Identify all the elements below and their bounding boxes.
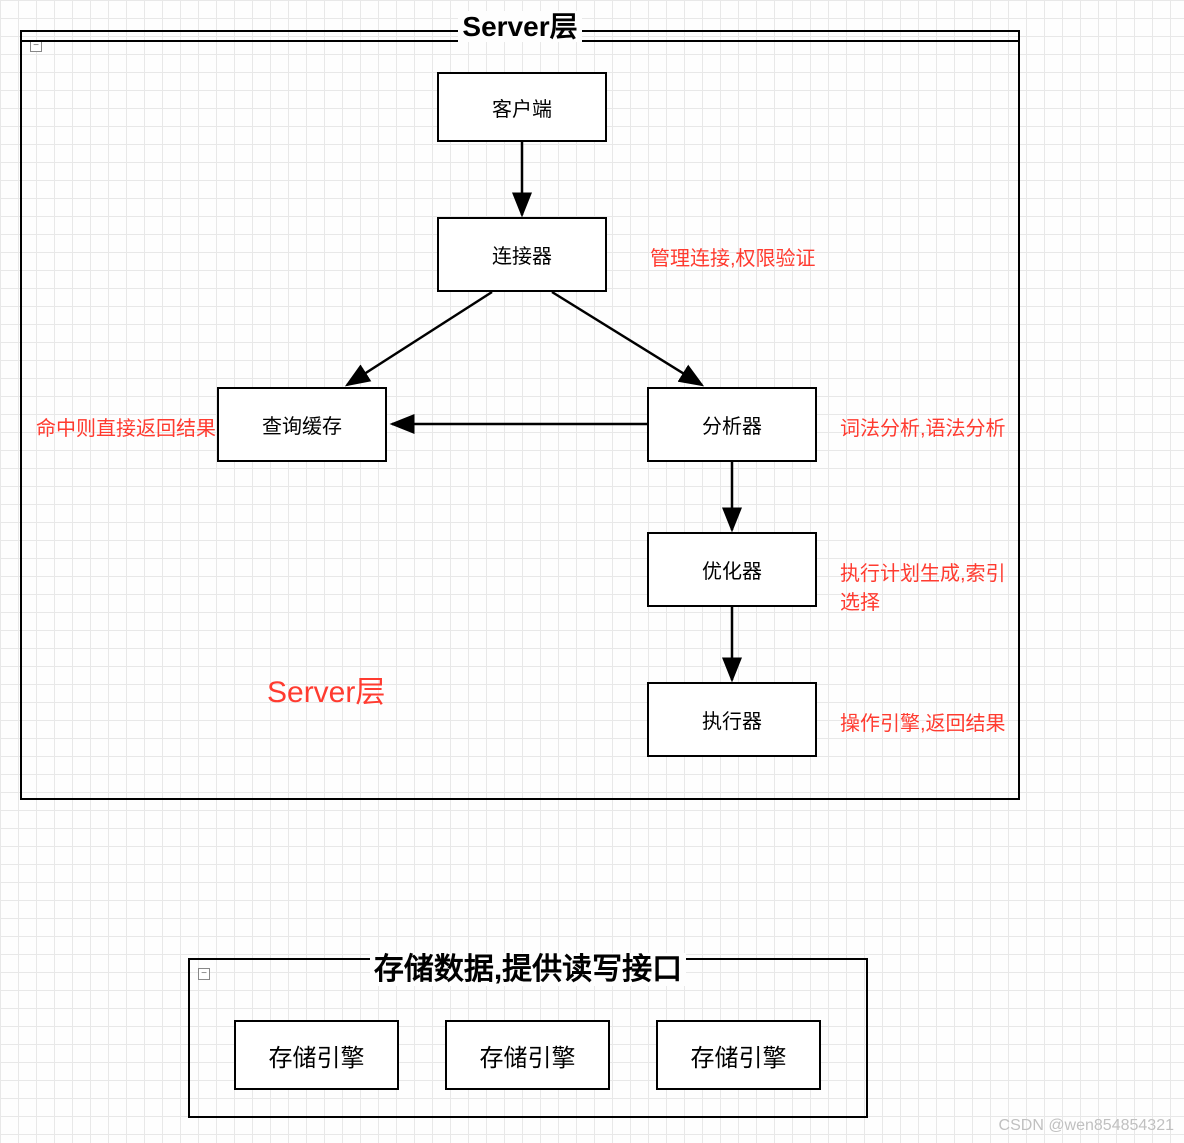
annotation-executor: 操作引擎,返回结果 (840, 707, 1006, 736)
node-connector: 连接器 (437, 217, 607, 292)
node-client: 客户端 (437, 72, 607, 142)
server-title: Server层 (458, 11, 581, 42)
node-connector-label: 连接器 (492, 240, 552, 269)
node-cache-label: 查询缓存 (262, 410, 342, 439)
annotation-cache: 命中则直接返回结果 (36, 412, 216, 441)
server-title-bar: Server层 (22, 12, 1018, 42)
annotation-analyzer: 词法分析,语法分析 (840, 412, 1006, 441)
node-client-label: 客户端 (492, 93, 552, 122)
annotation-optimizer: 执行计划生成,索引选择 (840, 557, 1018, 615)
node-analyzer: 分析器 (647, 387, 817, 462)
node-cache: 查询缓存 (217, 387, 387, 462)
server-big-label: Server层 (267, 667, 385, 711)
node-optimizer-label: 优化器 (702, 555, 762, 584)
node-analyzer-label: 分析器 (702, 410, 762, 439)
node-engine-2-label: 存储引擎 (480, 1038, 576, 1073)
annotation-connector: 管理连接,权限验证 (650, 242, 816, 271)
storage-layer-container: − 存储数据,提供读写接口 存储引擎 存储引擎 存储引擎 (188, 958, 868, 1118)
storage-title-bar: 存储数据,提供读写接口 (190, 950, 866, 990)
server-layer-container: − Server层 客户端 连接器 查询缓存 分析器 优化器 执行器 管理连接,… (20, 30, 1020, 800)
node-executor: 执行器 (647, 682, 817, 757)
node-optimizer: 优化器 (647, 532, 817, 607)
node-engine-3-label: 存储引擎 (691, 1038, 787, 1073)
storage-title: 存储数据,提供读写接口 (370, 953, 686, 986)
node-engine-3: 存储引擎 (656, 1020, 821, 1090)
node-engine-1-label: 存储引擎 (269, 1038, 365, 1073)
node-executor-label: 执行器 (702, 705, 762, 734)
node-engine-1: 存储引擎 (234, 1020, 399, 1090)
node-engine-2: 存储引擎 (445, 1020, 610, 1090)
watermark: CSDN @wen854854321 (999, 1117, 1174, 1135)
